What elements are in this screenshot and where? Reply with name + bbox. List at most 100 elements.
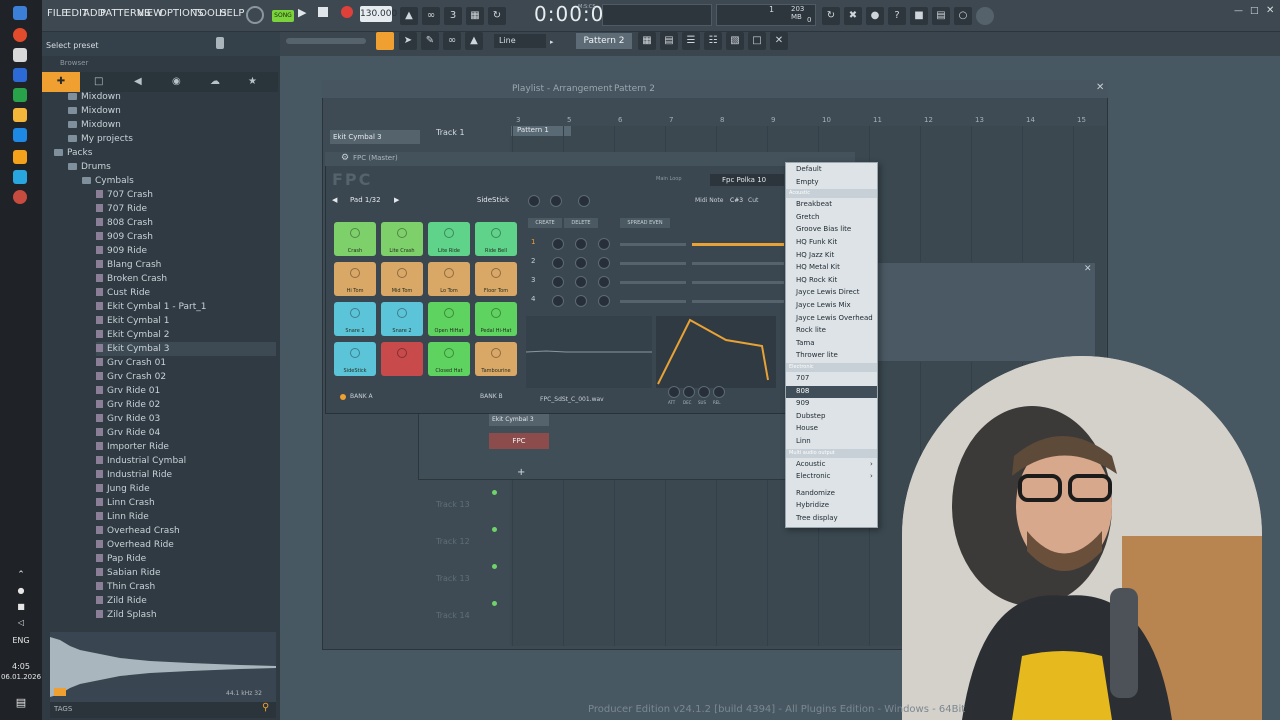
envelope-display[interactable] [656, 316, 776, 388]
layer-velocity-bar[interactable] [692, 300, 784, 303]
language-indicator[interactable]: ENG [0, 636, 42, 645]
add-channel-icon[interactable]: + [517, 467, 525, 478]
track-header[interactable]: Track 13 [436, 574, 470, 583]
browser-tab-cloud-icon[interactable]: ☁ [210, 76, 220, 87]
maximize-icon[interactable]: □ [1250, 6, 1259, 16]
layer-tune-knob[interactable] [598, 276, 610, 288]
windows-start-icon[interactable] [13, 6, 27, 20]
edison-icon[interactable]: ✕ [770, 32, 788, 50]
clock-date[interactable]: 06.01.2026 [0, 673, 42, 681]
mic-input-icon[interactable]: ● [866, 7, 884, 25]
drum-pad[interactable]: Lite Crash [381, 222, 423, 256]
fpc-gear-icon[interactable]: ⚙ [341, 153, 349, 163]
sample-waveform-display[interactable] [525, 316, 652, 388]
drum-pad[interactable]: Snare 1 [334, 302, 376, 336]
tempo-display[interactable]: 130.000 [360, 6, 397, 22]
close-app-icon[interactable]: ✕ [1266, 5, 1274, 16]
track-mute-icon[interactable] [492, 564, 497, 569]
drum-pad[interactable]: Lite Ride [428, 222, 470, 256]
preset-menu-item[interactable]: Empty [796, 178, 819, 186]
preset-acoustic-item[interactable]: Jayce Lewis Overhead [796, 314, 873, 322]
layer-volume-knob[interactable] [552, 238, 564, 250]
preset-acoustic-item[interactable]: HQ Jazz Kit [796, 251, 834, 259]
preset-action-item[interactable]: Hybridize [796, 501, 829, 509]
tree-item[interactable]: 808 Crash [96, 216, 276, 230]
tree-item[interactable]: Grv Ride 02 [96, 398, 276, 412]
pad-selector[interactable]: ◀ Pad 1/32 ▶ [332, 196, 412, 208]
preset-electronic-item[interactable]: 707 [796, 374, 809, 382]
preset-acoustic-item[interactable]: HQ Metal Kit [796, 263, 840, 271]
loop-record-icon[interactable]: ↻ [488, 7, 506, 25]
preset-electronic-item[interactable]: 808 [796, 387, 809, 395]
app-icon-2[interactable] [13, 88, 27, 102]
browser-tab-all-icon[interactable]: ✚ [42, 72, 80, 92]
menu-help[interactable]: HELP [219, 8, 244, 19]
tree-item[interactable]: Linn Ride [96, 510, 276, 524]
preset-acoustic-item[interactable]: Breakbeat [796, 200, 832, 208]
minimize-icon[interactable]: — [1234, 6, 1243, 16]
piano-roll-icon[interactable] [376, 32, 394, 50]
tree-item[interactable]: Linn Crash [96, 496, 276, 510]
tree-item[interactable]: Industrial Ride [96, 468, 276, 482]
tree-item[interactable]: Drums [68, 160, 276, 174]
preset-multi-output-item[interactable]: Electronic [796, 472, 831, 480]
layer-range-bar[interactable] [620, 281, 686, 284]
pad-prev-icon[interactable]: ◀ [332, 196, 337, 204]
layer-velocity-bar[interactable] [692, 262, 784, 265]
rack-channel-ekit[interactable]: Ekit Cymbal 3 [489, 414, 549, 426]
mic-icon[interactable]: ● [0, 586, 42, 595]
drum-pad[interactable]: Floor Tom [475, 262, 517, 296]
pattern-clip[interactable]: Pattern 1 [511, 126, 571, 136]
tree-item[interactable]: Packs [54, 146, 276, 160]
layer-number[interactable]: 1 [531, 238, 535, 246]
bank-a-label[interactable]: BANK A [350, 393, 373, 400]
preset-acoustic-item[interactable]: Jayce Lewis Mix [796, 301, 851, 309]
search-icon[interactable]: ⚲ [262, 702, 269, 713]
layer-volume-knob[interactable] [552, 276, 564, 288]
preset-action-item[interactable]: Randomize [796, 489, 835, 497]
midi-note-value[interactable]: C#3 [730, 197, 743, 204]
layer-tune-knob[interactable] [598, 238, 610, 250]
plugin-icon[interactable]: ▤ [932, 7, 950, 25]
network-icon[interactable]: ■ [0, 602, 42, 611]
background-window-close-icon[interactable]: ✕ [1084, 264, 1092, 274]
track-mute-icon[interactable] [492, 527, 497, 532]
layer-tune-knob[interactable] [598, 257, 610, 269]
lock-icon[interactable] [216, 37, 224, 49]
app-icon-3[interactable] [13, 190, 27, 204]
pad-next-icon[interactable]: ▶ [394, 196, 399, 204]
metronome-icon[interactable]: ▲ [400, 7, 418, 25]
tree-item[interactable]: Blang Crash [96, 258, 276, 272]
tree-item[interactable]: 707 Ride [96, 202, 276, 216]
layer-tune-knob[interactable] [598, 295, 610, 307]
pad-pan-knob[interactable] [550, 195, 562, 207]
layer-volume-knob[interactable] [552, 295, 564, 307]
preset-electronic-item[interactable]: 909 [796, 399, 809, 407]
tools-icon[interactable]: ✖ [844, 7, 862, 25]
drum-pad[interactable]: Open HiHat [428, 302, 470, 336]
stop-icon[interactable] [318, 7, 328, 17]
browser-tab-plugin-icon[interactable]: ◉ [172, 76, 181, 87]
chat-icon[interactable]: ○ [954, 7, 972, 25]
wait-input-icon[interactable]: ∞ [422, 7, 440, 25]
piano-icon[interactable]: ☰ [682, 32, 700, 50]
step-edit-icon[interactable]: ▦ [466, 7, 484, 25]
pad-tune-knob[interactable] [578, 195, 590, 207]
preset-electronic-item[interactable]: Linn [796, 437, 811, 445]
tree-item[interactable]: Cust Ride [96, 286, 276, 300]
drum-pad[interactable]: Crash [334, 222, 376, 256]
drum-pad[interactable]: Mid Tom [381, 262, 423, 296]
tree-item[interactable]: Grv Ride 03 [96, 412, 276, 426]
rack-channel-fpc[interactable]: FPC [489, 433, 549, 449]
master-pitch-slider[interactable] [286, 38, 366, 44]
tree-item[interactable]: 707 Crash [96, 188, 276, 202]
tree-item[interactable]: Grv Crash 02 [96, 370, 276, 384]
tree-item[interactable]: Cymbals [82, 174, 276, 188]
preset-acoustic-item[interactable]: Thrower lite [796, 351, 838, 359]
preset-acoustic-item[interactable]: Jayce Lewis Direct [796, 288, 859, 296]
browser-tab-star-icon[interactable]: ★ [248, 76, 257, 87]
chevron-up-icon[interactable]: ⌃ [0, 570, 42, 580]
preset-menu-item[interactable]: Default [796, 165, 822, 173]
tree-item[interactable]: Ekit Cymbal 1 [96, 314, 276, 328]
tree-item[interactable]: Grv Ride 04 [96, 426, 276, 440]
